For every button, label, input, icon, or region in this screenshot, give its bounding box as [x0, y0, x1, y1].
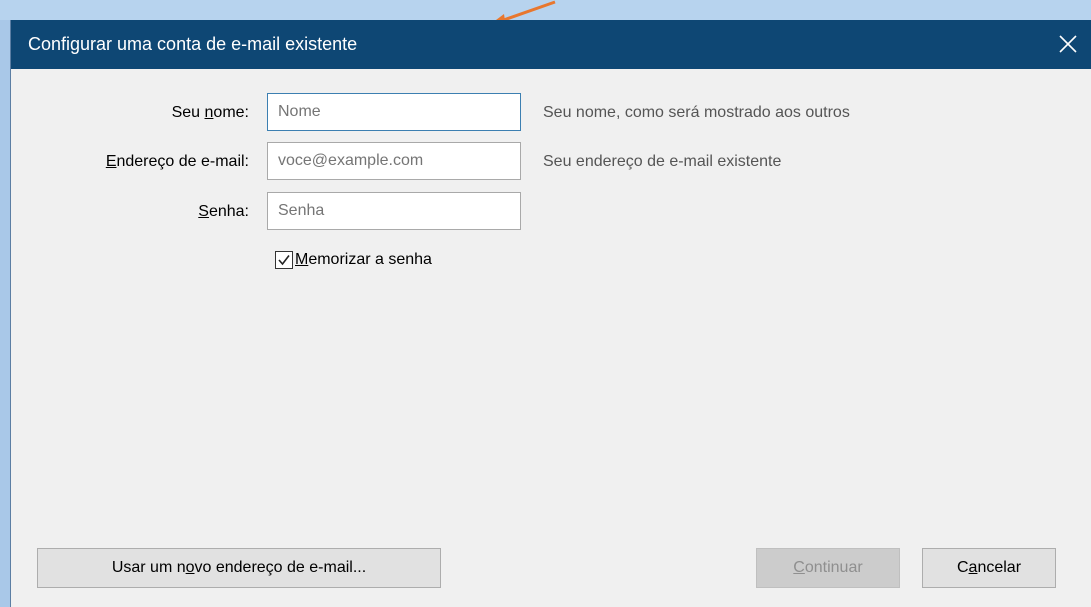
dialog-title: Configurar uma conta de e-mail existente [28, 34, 358, 54]
name-label: Seu nome: [171, 104, 249, 121]
close-icon [1059, 35, 1077, 53]
checkbox-box[interactable] [275, 251, 293, 269]
email-label: Endereço de e-mail: [105, 153, 249, 170]
remember-password-label: Memorizar a senha [295, 251, 432, 268]
checkmark-icon [278, 255, 290, 266]
password-label: Senha: [198, 203, 249, 220]
use-new-address-button[interactable]: Usar um n o vo endereço de e-mail... [37, 548, 441, 588]
close-button[interactable] [1050, 26, 1086, 62]
email-hint: Seu endereço de e-mail existente [543, 153, 782, 170]
name-input[interactable] [267, 93, 521, 131]
dialog-titlebar: Configurar uma conta de e-mail existente [11, 20, 1091, 69]
cancel-button[interactable]: Ca ncelar [922, 548, 1056, 588]
name-hint: Seu nome, como será mostrado aos outros [543, 104, 850, 121]
account-setup-dialog: Configurar uma conta de e-mail existente… [10, 20, 1091, 607]
password-input[interactable] [267, 192, 521, 230]
email-input[interactable] [267, 142, 521, 180]
remember-password-checkbox[interactable]: Memorizar a senha [275, 251, 432, 269]
continue-button[interactable]: Continuar [756, 548, 900, 588]
